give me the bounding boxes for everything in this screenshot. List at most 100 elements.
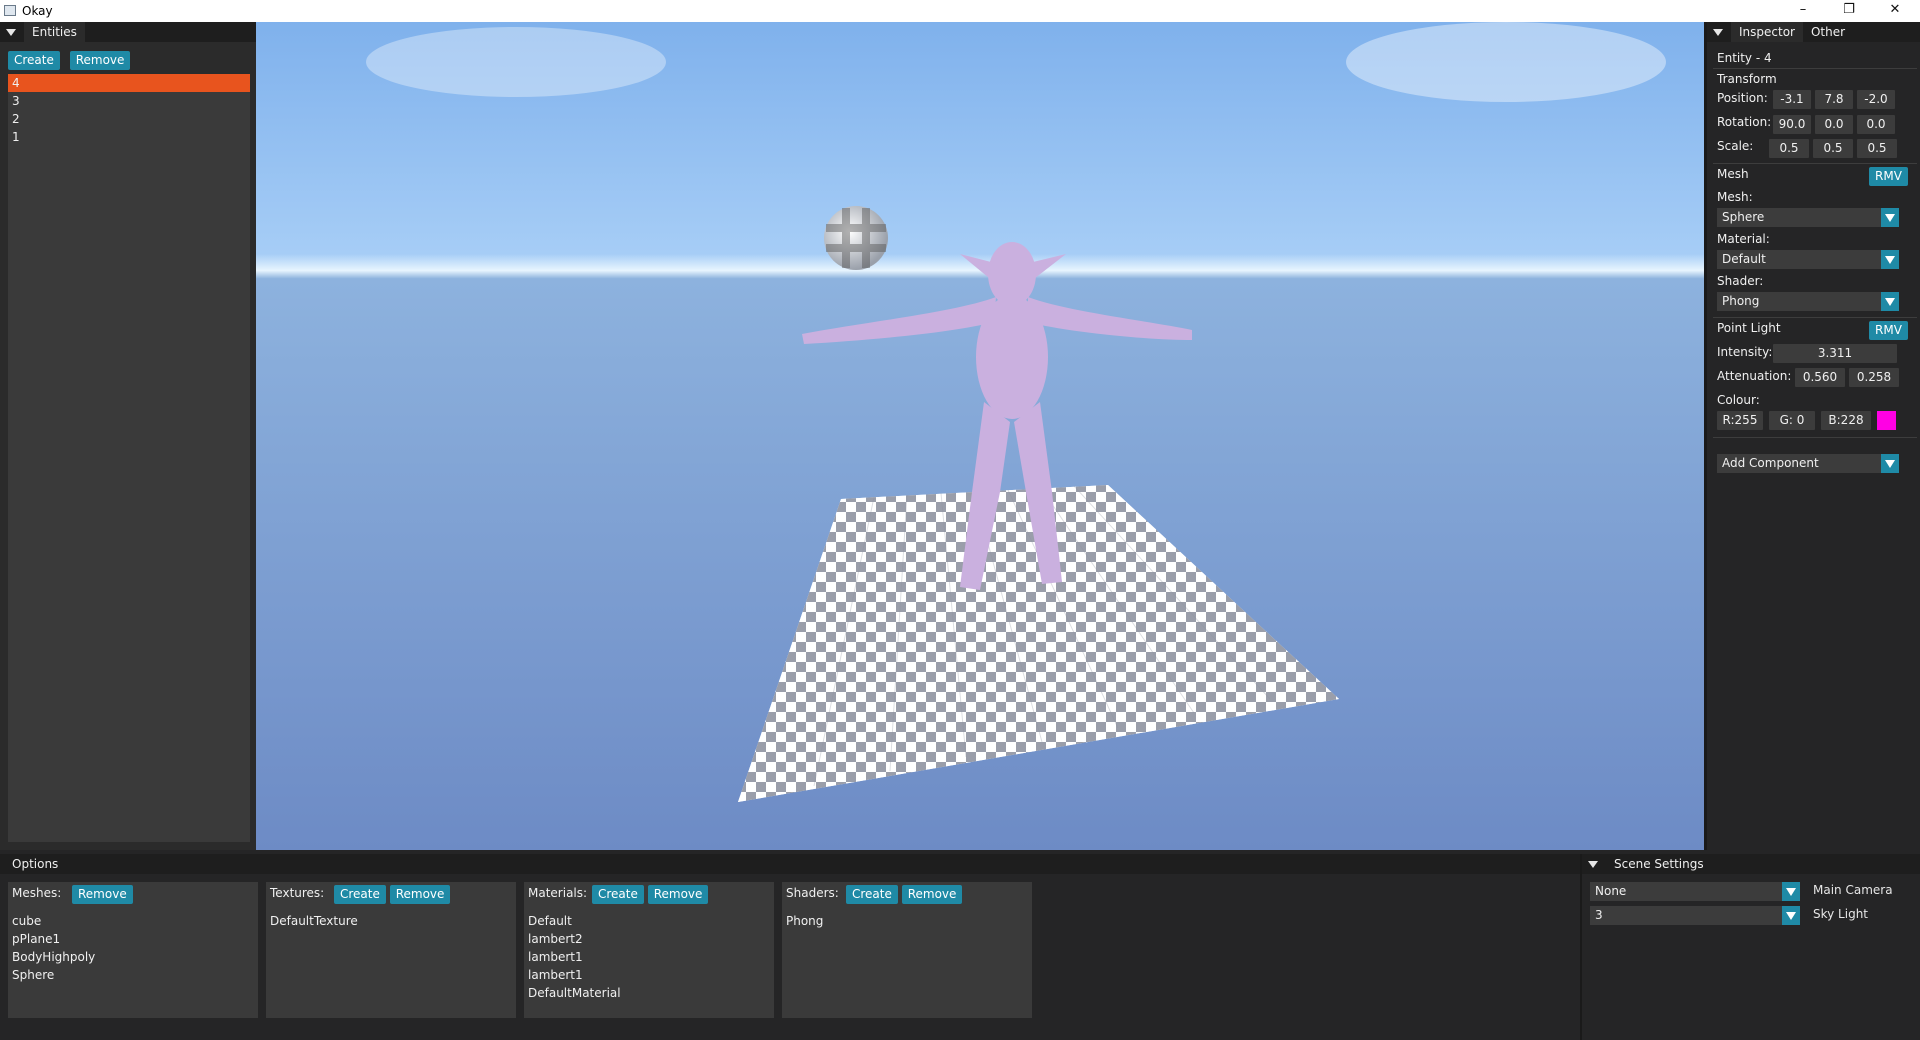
list-item[interactable]: Phong <box>786 912 823 930</box>
list-item[interactable]: BodyHighpoly <box>12 948 95 966</box>
entity-item-3[interactable]: 3 <box>8 92 250 110</box>
shaders-card: Shaders: Create Remove Phong <box>782 882 1032 1018</box>
remove-mesh-asset-button[interactable]: Remove <box>72 885 133 904</box>
position-z-field[interactable]: -2.0 <box>1857 90 1895 109</box>
add-component-select[interactable]: Add Component <box>1717 454 1899 473</box>
shader-label: Shader: <box>1717 274 1764 288</box>
scene-settings-header: Scene Settings <box>1582 854 1920 874</box>
chevron-down-icon[interactable] <box>1881 208 1899 227</box>
remove-mesh-button[interactable]: RMV <box>1869 167 1908 186</box>
restore-button[interactable]: ❐ <box>1826 0 1872 22</box>
meshes-label: Meshes: <box>12 886 62 900</box>
textures-label: Textures: <box>270 886 325 900</box>
mesh-select[interactable]: Sphere <box>1717 208 1899 227</box>
intensity-field[interactable]: 3.311 <box>1773 344 1897 363</box>
intensity-label: Intensity: <box>1717 345 1773 359</box>
tab-other[interactable]: Other <box>1803 22 1853 42</box>
close-button[interactable]: ✕ <box>1872 0 1918 22</box>
chevron-down-icon[interactable] <box>1782 882 1800 901</box>
window-title: Okay <box>22 4 53 18</box>
entities-panel: Entities Create Remove 4 3 2 1 <box>0 22 256 850</box>
chevron-down-icon[interactable] <box>1881 250 1899 269</box>
divider <box>1713 437 1917 438</box>
entity-item-1[interactable]: 1 <box>8 128 250 146</box>
minimize-button[interactable]: – <box>1780 0 1826 22</box>
create-texture-button[interactable]: Create <box>334 885 386 904</box>
collapse-icon[interactable] <box>6 28 16 36</box>
chevron-down-icon[interactable] <box>1782 906 1800 925</box>
rotation-label: Rotation: <box>1717 115 1772 129</box>
attenuation-label: Attenuation: <box>1717 369 1792 383</box>
attenuation-linear-field[interactable]: 0.560 <box>1795 368 1845 387</box>
add-component-value: Add Component <box>1722 456 1819 470</box>
checkered-sphere <box>824 206 888 270</box>
point-light-label: Point Light <box>1717 321 1781 335</box>
colour-g-field[interactable]: G: 0 <box>1769 411 1815 430</box>
remove-entity-button[interactable]: Remove <box>69 51 131 70</box>
remove-material-button[interactable]: Remove <box>647 885 709 904</box>
list-item[interactable]: pPlane1 <box>12 930 95 948</box>
entity-item-4[interactable]: 4 <box>8 74 250 92</box>
position-x-field[interactable]: -3.1 <box>1773 90 1811 109</box>
entity-item-2[interactable]: 2 <box>8 110 250 128</box>
remove-shader-button[interactable]: Remove <box>901 885 963 904</box>
create-material-button[interactable]: Create <box>592 885 644 904</box>
remove-point-light-button[interactable]: RMV <box>1869 321 1908 340</box>
title-bar: Okay – ❐ ✕ <box>0 0 1920 22</box>
tab-entities[interactable]: Entities <box>24 22 85 42</box>
scale-y-field[interactable]: 0.5 <box>1813 139 1853 158</box>
list-item[interactable]: DefaultMaterial <box>528 984 621 1002</box>
transform-label: Transform <box>1717 72 1777 86</box>
main-camera-select[interactable]: None <box>1590 882 1800 901</box>
rotation-x-field[interactable]: 90.0 <box>1773 115 1811 134</box>
list-item[interactable]: lambert1 <box>528 966 621 984</box>
scale-x-field[interactable]: 0.5 <box>1769 139 1809 158</box>
attenuation-quadratic-field[interactable]: 0.258 <box>1849 368 1899 387</box>
material-select[interactable]: Default <box>1717 250 1899 269</box>
chevron-down-icon[interactable] <box>1881 292 1899 311</box>
textures-card: Textures: Create Remove DefaultTexture <box>266 882 516 1018</box>
tab-options[interactable]: Options <box>0 854 66 874</box>
scene-viewport[interactable] <box>256 22 1704 850</box>
main-camera-label: Main Camera <box>1813 883 1893 897</box>
remove-texture-button[interactable]: Remove <box>389 885 451 904</box>
rotation-y-field[interactable]: 0.0 <box>1815 115 1853 134</box>
tab-scene-settings[interactable]: Scene Settings <box>1606 854 1712 874</box>
scale-label: Scale: <box>1717 139 1754 153</box>
list-item[interactable]: DefaultTexture <box>270 912 358 930</box>
sky-light-value: 3 <box>1595 908 1603 922</box>
colour-b-field[interactable]: B:228 <box>1821 411 1871 430</box>
materials-label: Materials: <box>528 886 588 900</box>
shader-select[interactable]: Phong <box>1717 292 1899 311</box>
mesh-select-value: Sphere <box>1722 210 1765 224</box>
position-y-field[interactable]: 7.8 <box>1815 90 1853 109</box>
entities-header: Entities <box>0 22 256 42</box>
collapse-icon[interactable] <box>1588 860 1598 868</box>
create-entity-button[interactable]: Create <box>8 51 60 70</box>
divider <box>1713 163 1917 164</box>
list-item[interactable]: Sphere <box>12 966 95 984</box>
collapse-icon[interactable] <box>1713 28 1723 36</box>
list-item[interactable]: lambert2 <box>528 930 621 948</box>
inspector-header: Inspector Other <box>1707 22 1920 42</box>
sky-light-label: Sky Light <box>1813 907 1869 921</box>
list-item[interactable]: Default <box>528 912 621 930</box>
scene-render <box>366 22 1666 802</box>
sky-light-select[interactable]: 3 <box>1590 906 1800 925</box>
chevron-down-icon[interactable] <box>1881 454 1899 473</box>
scale-z-field[interactable]: 0.5 <box>1857 139 1897 158</box>
tab-inspector[interactable]: Inspector <box>1731 22 1803 42</box>
shaders-label: Shaders: <box>786 886 839 900</box>
options-panel: Options Meshes: Remove cube pPlane1 Body… <box>0 854 1580 1040</box>
inspector-panel: Inspector Other Entity - 4 Transform Pos… <box>1704 22 1920 850</box>
list-item[interactable]: lambert1 <box>528 948 621 966</box>
list-item[interactable]: cube <box>12 912 95 930</box>
colour-r-field[interactable]: R:255 <box>1717 411 1763 430</box>
divider <box>1713 68 1917 69</box>
cloud <box>1346 22 1666 102</box>
app-icon <box>4 5 16 16</box>
create-shader-button[interactable]: Create <box>846 885 898 904</box>
main-camera-value: None <box>1595 884 1627 898</box>
rotation-z-field[interactable]: 0.0 <box>1857 115 1895 134</box>
colour-swatch[interactable] <box>1877 411 1896 430</box>
